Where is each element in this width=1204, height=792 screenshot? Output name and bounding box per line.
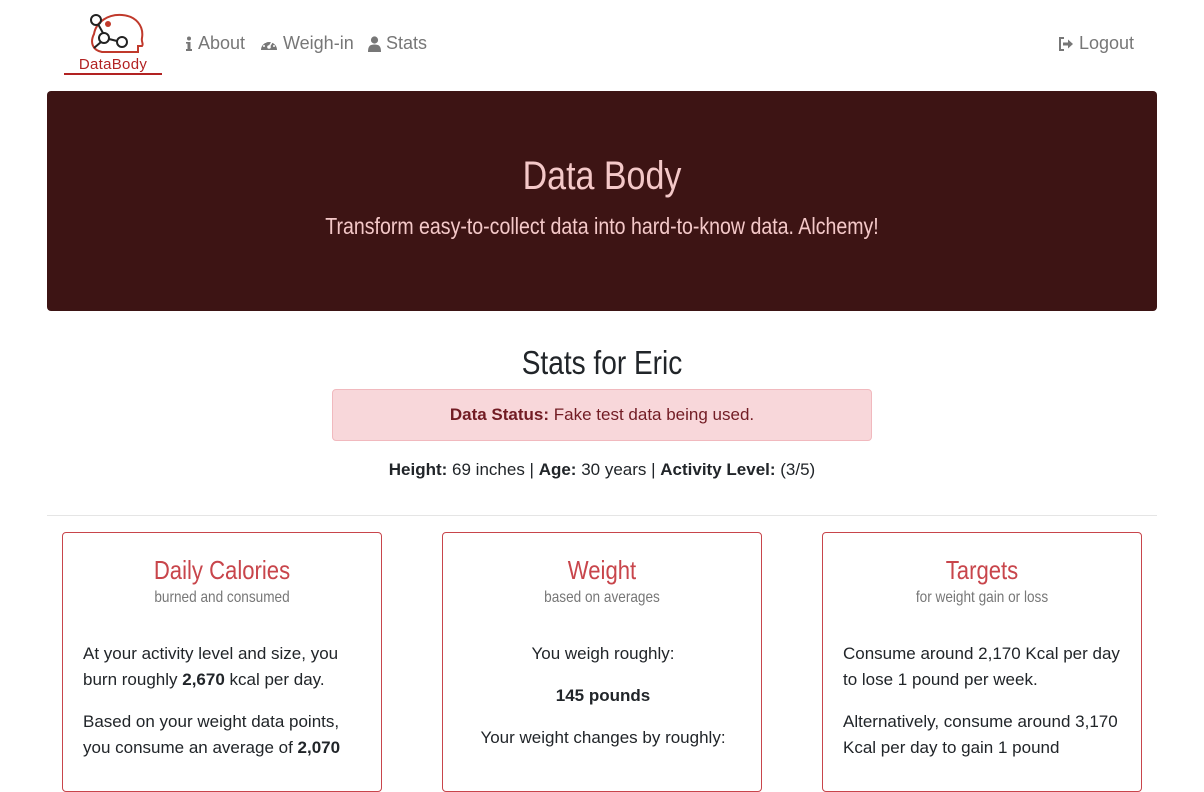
nav-weigh-in-link[interactable]: Weigh-in [260,33,354,54]
target-gain-text: Alternatively, consume around 3,170 Kcal… [843,712,1118,757]
age-label: Age: [538,460,577,479]
data-status-alert: Data Status: Fake test data being used. [332,389,872,441]
weight-change-text: Your weight changes by roughly: [480,728,726,747]
nav-about-link[interactable]: About [185,33,245,54]
card-subtitle: based on averages [544,589,660,606]
calories-consumed-value: 2,070 [297,738,341,757]
user-meta-line: Height: 69 inches | Age: 30 years | Acti… [0,460,1204,480]
weigh-roughly-text: You weigh roughly: [531,644,675,663]
logo-text: DataBody [78,56,148,73]
height-value: 69 inches | [447,460,539,479]
user-icon [368,35,381,52]
nav-stats-link[interactable]: Stats [368,33,427,54]
weight-value: 145 pounds [463,683,743,709]
card-subtitle: for weight gain or loss [915,589,1049,606]
section-divider [47,515,1157,516]
weight-card: Weight based on averages You weigh rough… [442,532,762,792]
calories-burned-value: 2,670 [182,670,225,689]
calories-consumed-text: Based on your weight data points, you co… [83,709,363,761]
weight-value-bold: 145 pounds [555,686,651,705]
alert-label: Data Status: [449,405,550,424]
daily-calories-card: Daily Calories burned and consumed At yo… [62,532,382,792]
page-title: Stats for Eric [521,344,683,381]
card-title: Weight [567,555,637,585]
alert-text: Fake test data being used. [549,405,755,424]
top-navbar: DataBody About Weigh-in Stats Logout [0,0,1204,91]
target-lose-text: Consume around 2,170 Kcal per day to los… [843,644,1120,689]
logo-underline [64,73,162,75]
hero-banner: Data Body Transform easy-to-collect data… [47,91,1157,311]
logout-icon [1058,36,1074,51]
age-value: 30 years | [576,460,661,479]
card-body: Consume around 2,170 Kcal per day to los… [843,641,1123,777]
logo-head-icon [90,13,144,53]
height-label: Height: [388,460,448,479]
logout-link[interactable]: Logout [1058,33,1134,54]
card-body: You weigh roughly: 145 pounds Your weigh… [463,641,743,767]
activity-label: Activity Level: [660,460,776,479]
info-icon [185,36,193,52]
card-title: Targets [945,555,1019,585]
targets-card: Targets for weight gain or loss Consume … [822,532,1142,792]
hero-subtitle: Transform easy-to-collect data into hard… [325,213,879,239]
activity-value: (3/5) [775,460,816,479]
calories-burned-text: At your activity level and size, you bur… [83,641,363,693]
dashboard-icon [260,37,278,51]
hero-title: Data Body [522,154,682,198]
logout-label: Logout [1079,33,1135,53]
card-subtitle: burned and consumed [154,589,290,606]
card-body: At your activity level and size, you bur… [83,641,363,777]
nav-stats-label: Stats [386,33,428,53]
nav-about-label: About [198,33,246,53]
databody-logo[interactable]: DataBody [62,12,164,76]
nav-weigh-in-label: Weigh-in [283,33,354,53]
calories-burned-suffix: kcal per day. [224,670,325,689]
card-title: Daily Calories [153,555,291,585]
